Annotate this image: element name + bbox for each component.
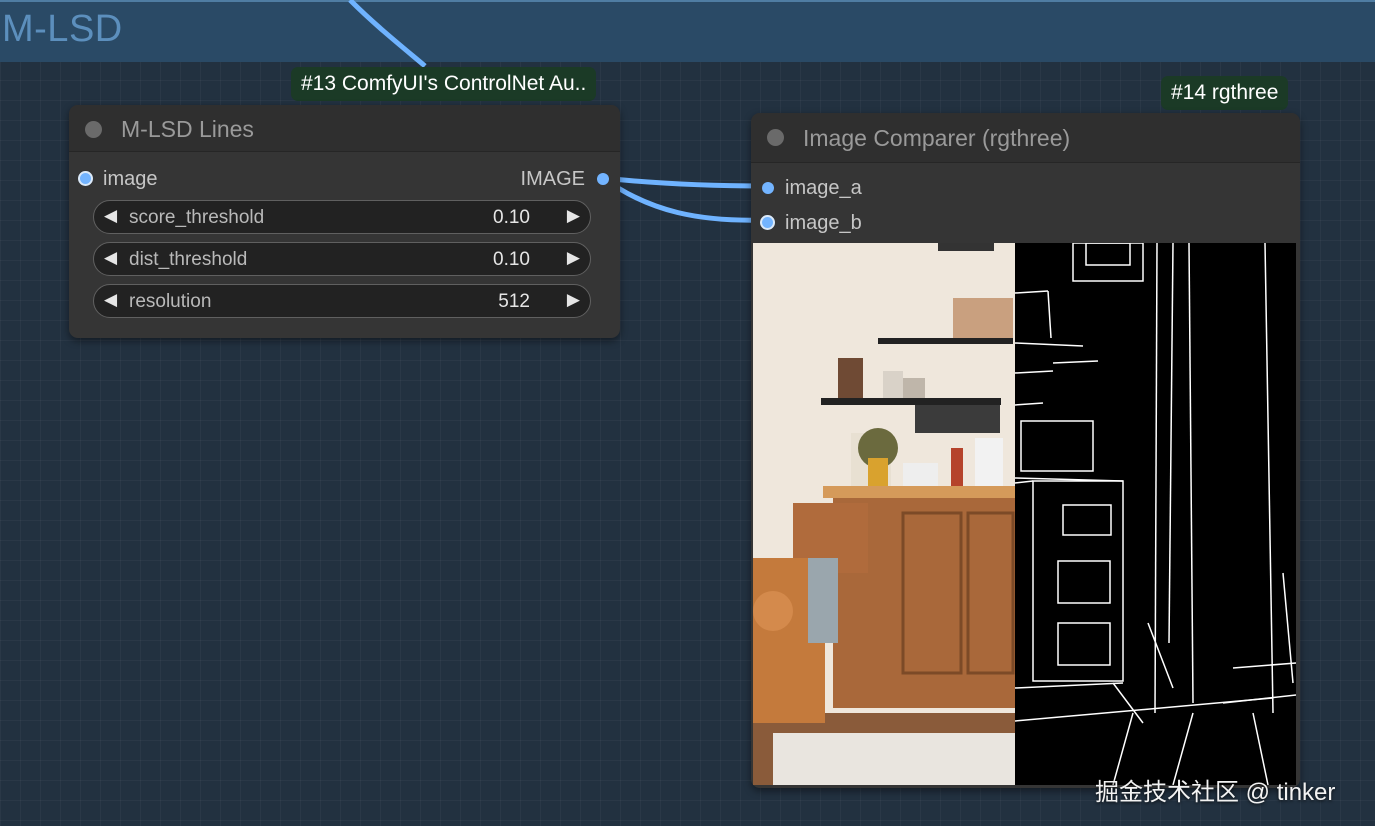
widget-label: score_threshold <box>129 207 265 228</box>
widget-value[interactable]: 0.10 <box>493 207 530 229</box>
input-socket-image-a[interactable] <box>762 182 774 194</box>
widget-value[interactable]: 0.10 <box>493 249 530 271</box>
node-header[interactable]: Image Comparer (rgthree) <box>751 113 1300 163</box>
watermark: 掘金技术社区 @ tinker <box>1095 779 1336 806</box>
input-label-image-a: image_a <box>785 177 862 199</box>
decrement-arrow-icon[interactable]: ◀ <box>104 248 117 268</box>
input-socket-image[interactable] <box>80 173 91 184</box>
decrement-arrow-icon[interactable]: ◀ <box>104 206 117 226</box>
widget-value[interactable]: 512 <box>498 291 530 313</box>
preview-image <box>753 243 1296 785</box>
increment-arrow-icon[interactable]: ▶ <box>567 206 580 226</box>
collapse-dot-icon[interactable] <box>767 129 784 146</box>
node-title: Image Comparer (rgthree) <box>803 125 1071 151</box>
widget-label: resolution <box>129 291 212 312</box>
node-badge-14: #14 rgthree <box>1161 76 1289 110</box>
input-label-image: image <box>103 168 158 190</box>
input-label-image-b: image_b <box>785 212 862 234</box>
node-header[interactable]: M-LSD Lines <box>69 105 620 152</box>
widget-dist-threshold[interactable]: ◀ dist_threshold 0.10 ▶ <box>93 242 591 276</box>
node-mlsd-lines[interactable]: M-LSD Lines image IMAGE ◀ score_threshol… <box>69 105 620 338</box>
widget-resolution[interactable]: ◀ resolution 512 ▶ <box>93 284 591 318</box>
decrement-arrow-icon[interactable]: ◀ <box>104 290 117 310</box>
output-socket-image[interactable] <box>597 173 609 185</box>
increment-arrow-icon[interactable]: ▶ <box>567 290 580 310</box>
collapse-dot-icon[interactable] <box>85 121 102 138</box>
widget-label: dist_threshold <box>129 249 248 270</box>
widget-score-threshold[interactable]: ◀ score_threshold 0.10 ▶ <box>93 200 591 234</box>
increment-arrow-icon[interactable]: ▶ <box>567 248 580 268</box>
node-badge-13: #13 ComfyUI's ControlNet Au.. <box>291 67 597 101</box>
input-socket-image-b[interactable] <box>762 217 773 228</box>
link-wire-image-b <box>601 175 768 223</box>
group-header[interactable]: M-LSD <box>0 0 1375 62</box>
link-wire-image-a <box>602 175 768 189</box>
image-compare-preview[interactable] <box>753 243 1296 785</box>
node-title: M-LSD Lines <box>121 116 254 142</box>
group-title: M-LSD <box>2 8 123 50</box>
output-label-image: IMAGE <box>520 168 585 190</box>
